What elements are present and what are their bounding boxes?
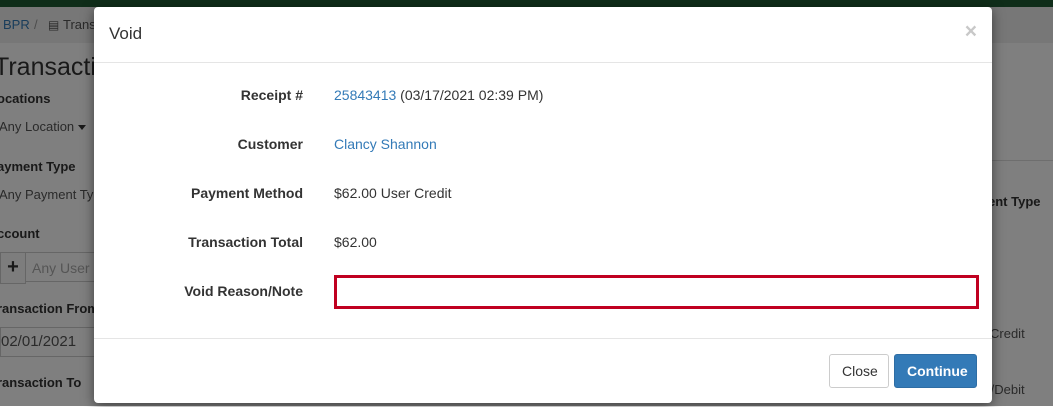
customer-label: Customer [237, 136, 303, 152]
payment-method-row: Payment Method $62.00 User Credit [94, 177, 992, 211]
receipt-label: Receipt # [240, 87, 303, 103]
modal-title: Void [109, 24, 143, 43]
modal-header: Void × [94, 7, 992, 63]
void-modal: Void × Receipt # 25843413 (03/17/2021 02… [94, 7, 992, 403]
transaction-total-value: $62.00 [334, 234, 377, 250]
payment-method-label: Payment Method [190, 185, 303, 201]
customer-row: Customer Clancy Shannon [94, 128, 992, 162]
modal-footer: Close Continue [94, 338, 992, 403]
transaction-total-label: Transaction Total [188, 234, 303, 250]
void-reason-row: Void Reason/Note [94, 275, 992, 309]
receipt-link[interactable]: 25843413 [334, 87, 396, 103]
receipt-datetime: (03/17/2021 02:39 PM) [396, 87, 544, 103]
receipt-value: 25843413 (03/17/2021 02:39 PM) [334, 87, 543, 103]
void-reason-label: Void Reason/Note [184, 283, 303, 299]
customer-link[interactable]: Clancy Shannon [334, 136, 437, 152]
close-button[interactable]: Close [829, 354, 889, 388]
void-reason-input[interactable] [334, 275, 979, 309]
transaction-total-row: Transaction Total $62.00 [94, 226, 992, 260]
continue-button[interactable]: Continue [894, 354, 977, 388]
close-icon[interactable]: × [965, 21, 977, 42]
payment-method-value: $62.00 User Credit [334, 185, 452, 201]
receipt-row: Receipt # 25843413 (03/17/2021 02:39 PM) [94, 79, 992, 113]
